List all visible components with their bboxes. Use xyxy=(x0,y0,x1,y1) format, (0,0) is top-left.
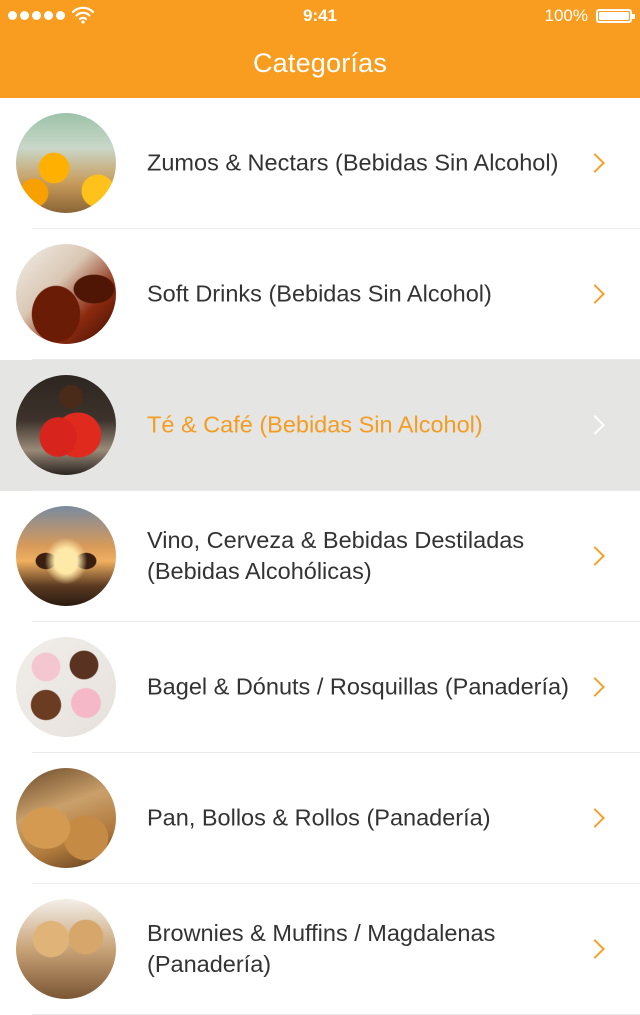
category-row-pan-bollos[interactable]: Pan, Bollos & Rollos (Panadería) xyxy=(0,753,640,884)
orange-juice-image xyxy=(16,113,116,213)
battery-fill xyxy=(599,12,629,20)
donuts-image xyxy=(16,637,116,737)
battery-icon xyxy=(596,9,635,23)
category-row-zumos[interactable]: Zumos & Nectars (Bebidas Sin Alcohol) xyxy=(0,98,640,229)
category-label: Brownies & Muffins / Magdalenas (Panader… xyxy=(147,920,496,977)
category-label: Vino, Cerveza & Bebidas Destiladas (Bebi… xyxy=(147,527,525,584)
coffee-cups-image xyxy=(16,375,116,475)
category-row-te-cafe[interactable]: Té & Café (Bebidas Sin Alcohol) xyxy=(0,360,640,491)
category-row-brownies-muffins[interactable]: Brownies & Muffins / Magdalenas (Panader… xyxy=(0,884,640,1015)
category-row-vino-cerveza[interactable]: Vino, Cerveza & Bebidas Destiladas (Bebi… xyxy=(0,491,640,622)
category-list: Zumos & Nectars (Bebidas Sin Alcohol) So… xyxy=(0,98,640,1015)
category-label: Té & Café (Bebidas Sin Alcohol) xyxy=(147,411,483,438)
nav-header: 9:41 100% Categorías xyxy=(0,0,640,98)
muffins-image xyxy=(16,899,116,999)
bread-image xyxy=(16,768,116,868)
soft-drink-image xyxy=(16,244,116,344)
category-row-bagel-donuts[interactable]: Bagel & Dónuts / Rosquillas (Panadería) xyxy=(0,622,640,753)
status-bar: 9:41 100% xyxy=(0,0,640,32)
battery-percent: 100% xyxy=(544,6,588,25)
category-row-soft-drinks[interactable]: Soft Drinks (Bebidas Sin Alcohol) xyxy=(0,229,640,360)
category-label: Zumos & Nectars (Bebidas Sin Alcohol) xyxy=(147,149,559,176)
category-label: Soft Drinks (Bebidas Sin Alcohol) xyxy=(147,280,492,307)
category-label: Bagel & Dónuts / Rosquillas (Panadería) xyxy=(147,673,569,700)
page-title: Categorías xyxy=(252,48,388,78)
category-label: Pan, Bollos & Rollos (Panadería) xyxy=(147,804,491,831)
beer-bottles-image xyxy=(16,506,116,606)
